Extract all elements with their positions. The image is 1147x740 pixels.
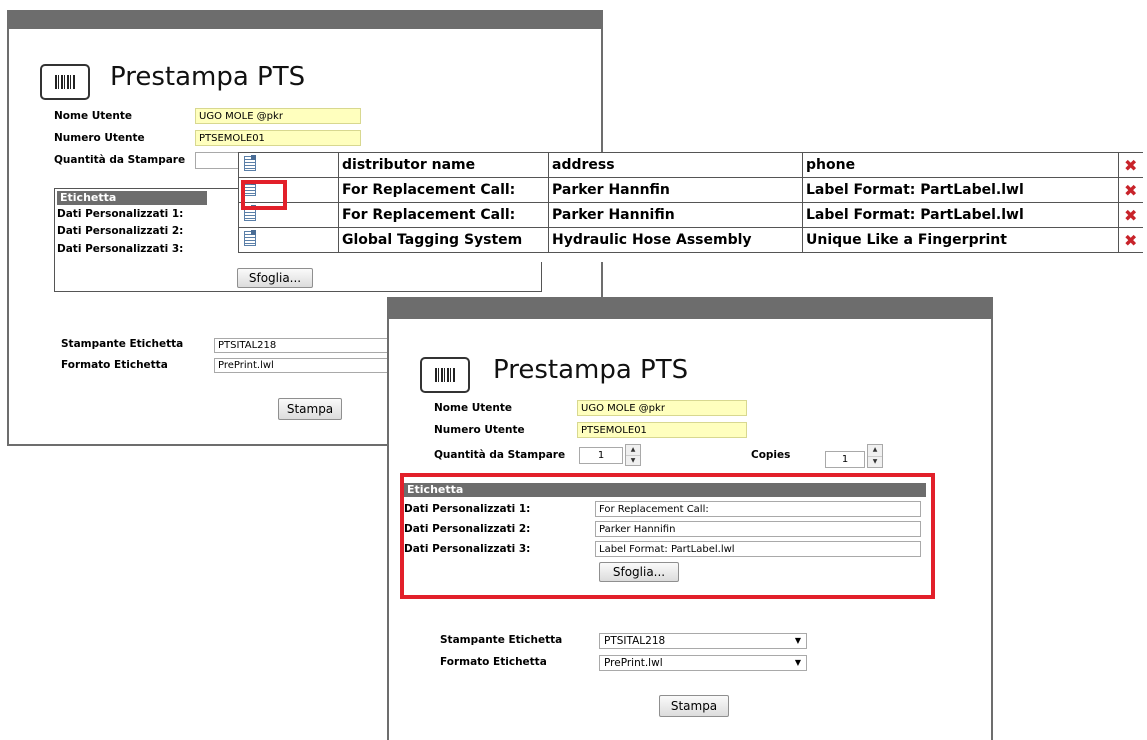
grid-icon-cell xyxy=(238,152,339,178)
custom-data-1-label: Dati Personalizzati 1: xyxy=(57,208,184,220)
decrement-icon[interactable]: ▼ xyxy=(868,457,882,468)
grid-delete-cell[interactable]: ✖ xyxy=(1118,202,1143,228)
page-title: Prestampa PTS xyxy=(493,355,689,385)
grid-delete-cell[interactable]: ✖ xyxy=(1118,177,1143,203)
window-titlebar xyxy=(389,297,991,319)
highlight-select-icon xyxy=(241,180,287,210)
delete-icon[interactable]: ✖ xyxy=(1124,181,1137,200)
chevron-down-icon: ▼ xyxy=(794,636,801,645)
print-button[interactable]: Stampa xyxy=(659,695,729,717)
format-select-value: PrePrint.lwl xyxy=(604,657,663,669)
grid-cell: For Replacement Call: xyxy=(338,202,549,228)
copies-stepper[interactable]: ▲ ▼ xyxy=(867,444,883,468)
grid-header-phone: phone xyxy=(802,152,1119,178)
barcode-logo-icon xyxy=(40,64,90,100)
delete-icon[interactable]: ✖ xyxy=(1124,206,1137,225)
printer-select[interactable]: PTSITAL218 ▼ xyxy=(599,633,807,649)
quantity-stepper[interactable]: ▲ ▼ xyxy=(625,444,641,466)
grid-header-distributor: distributor name xyxy=(338,152,549,178)
user-number-field[interactable]: PTSEMOLE01 xyxy=(577,422,747,438)
barcode-logo-icon xyxy=(420,357,470,393)
grid-row-icon xyxy=(242,155,258,171)
browse-button[interactable]: Sfoglia... xyxy=(237,268,313,288)
quantity-input[interactable] xyxy=(195,152,241,169)
window-titlebar xyxy=(9,10,601,29)
grid-delete-cell[interactable]: ✖ xyxy=(1118,227,1143,253)
grid-delete-cell[interactable]: ✖ xyxy=(1118,152,1143,178)
table-row[interactable]: Global Tagging System Hydraulic Hose Ass… xyxy=(238,227,1143,253)
user-number-label: Numero Utente xyxy=(434,424,525,436)
print-button[interactable]: Stampa xyxy=(278,398,342,420)
format-label: Formato Etichetta xyxy=(61,359,168,371)
user-name-field[interactable]: UGO MOLE @pkr xyxy=(195,108,361,124)
user-name-label: Nome Utente xyxy=(434,402,513,414)
page-title: Prestampa PTS xyxy=(110,62,306,92)
user-number-field[interactable]: PTSEMOLE01 xyxy=(195,130,361,146)
printer-select-value: PTSITAL218 xyxy=(604,635,666,647)
grid-icon-cell[interactable] xyxy=(238,227,339,253)
etichetta-header: Etichetta xyxy=(57,191,207,205)
quantity-label: Quantità da Stampare xyxy=(434,449,566,461)
grid-cell: Label Format: PartLabel.lwl xyxy=(802,177,1119,203)
copies-input[interactable]: 1 xyxy=(825,451,865,468)
select-record-icon[interactable] xyxy=(242,230,258,246)
table-row[interactable]: For Replacement Call: Parker Hannifin La… xyxy=(238,202,1143,228)
custom-data-2-label: Dati Personalizzati 2: xyxy=(57,225,184,237)
quantity-input[interactable]: 1 xyxy=(579,447,623,464)
highlight-etichetta-section xyxy=(400,473,935,599)
grid-cell: For Replacement Call: xyxy=(338,177,549,203)
increment-icon[interactable]: ▲ xyxy=(868,445,882,457)
printer-label: Stampante Etichetta xyxy=(61,338,184,350)
table-row[interactable]: For Replacement Call: Parker Hannfin Lab… xyxy=(238,177,1143,203)
grid-cell: Hydraulic Hose Assembly xyxy=(548,227,803,253)
grid-cell: Parker Hannfin xyxy=(548,177,803,203)
format-select[interactable]: PrePrint.lwl ▼ xyxy=(599,655,807,671)
grid-cell: Label Format: PartLabel.lwl xyxy=(802,202,1119,228)
format-field[interactable]: PrePrint.lwl xyxy=(214,358,390,373)
user-name-field[interactable]: UGO MOLE @pkr xyxy=(577,400,747,416)
grid-cell: Parker Hannifin xyxy=(548,202,803,228)
copies-label: Copies xyxy=(751,449,791,461)
grid-cell: Global Tagging System xyxy=(338,227,549,253)
format-label: Formato Etichetta xyxy=(440,656,547,668)
custom-data-3-label: Dati Personalizzati 3: xyxy=(57,243,184,255)
increment-icon[interactable]: ▲ xyxy=(626,445,640,456)
delete-icon[interactable]: ✖ xyxy=(1124,156,1137,175)
records-grid: distributor name address phone ✖ For Rep… xyxy=(238,152,1144,262)
grid-header-address: address xyxy=(548,152,803,178)
grid-header-row: distributor name address phone ✖ xyxy=(238,152,1143,178)
chevron-down-icon: ▼ xyxy=(794,658,801,667)
decrement-icon[interactable]: ▼ xyxy=(626,456,640,466)
printer-field[interactable]: PTSITAL218 xyxy=(214,338,390,353)
printer-label: Stampante Etichetta xyxy=(440,634,563,646)
foreground-window: Prestampa PTS Nome Utente UGO MOLE @pkr … xyxy=(387,297,993,740)
user-name-label: Nome Utente xyxy=(54,110,133,122)
quantity-label: Quantità da Stampare xyxy=(54,154,186,166)
grid-cell: Unique Like a Fingerprint xyxy=(802,227,1119,253)
user-number-label: Numero Utente xyxy=(54,132,145,144)
delete-icon[interactable]: ✖ xyxy=(1124,231,1137,250)
